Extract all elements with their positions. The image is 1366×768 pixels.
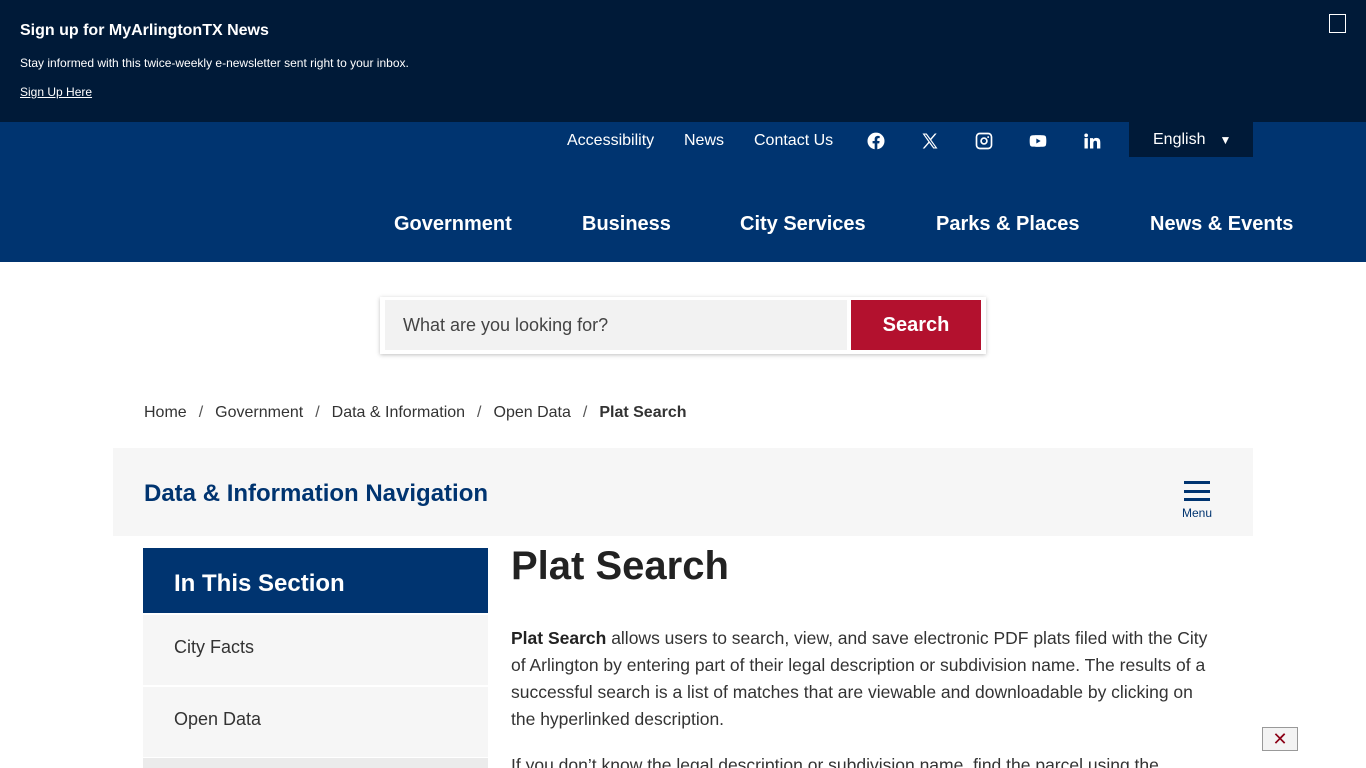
nav-news-events[interactable]: News & Events [1150,213,1293,236]
facebook-icon[interactable] [865,130,887,152]
menu-label: Menu [1181,506,1213,520]
youtube-icon[interactable] [1027,130,1049,152]
intro-text: allows users to search, view, and save e… [511,628,1208,729]
sidebar-heading: In This Section [143,548,488,613]
language-select[interactable]: English ▼ [1129,122,1253,157]
breadcrumb: Home / Government / Data & Information / Open … [144,404,687,422]
section-navigation-title: Data & Information Navigation [144,480,489,507]
banner-description: Stay informed with this twice-weekly e-n… [20,56,409,70]
x-icon[interactable] [919,130,941,152]
page-title: Plat Search [511,544,729,588]
site-header: Accessibility News Contact Us English ▼ … [0,122,1366,262]
search-button[interactable]: Search [851,300,981,350]
banner-close-button[interactable] [1329,14,1346,33]
banner-title: Sign up for MyArlingtonTX News [20,22,269,39]
language-label: English [1153,130,1206,148]
nav-city-services[interactable]: City Services [740,213,866,236]
intro-bold-term: Plat Search [511,628,607,648]
sidebar-item[interactable] [143,758,488,768]
sidebar-item-open-data[interactable]: Open Data [143,687,488,757]
menu-button[interactable]: Menu [1176,481,1218,523]
signup-link[interactable]: Sign Up Here [20,85,92,99]
nav-government[interactable]: Government [394,213,512,236]
linkedin-icon[interactable] [1081,130,1103,152]
intro-paragraph: Plat Search allows users to search, view… [511,625,1221,733]
second-paragraph: If you don’t know the legal description … [511,755,1159,768]
breadcrumb-home[interactable]: Home [144,404,187,422]
breadcrumb-government[interactable]: Government [215,404,303,422]
nav-business[interactable]: Business [582,213,671,236]
breadcrumb-current: Plat Search [599,404,687,421]
breadcrumb-separator: / [315,404,320,421]
breadcrumb-data-information[interactable]: Data & Information [332,404,465,422]
breadcrumb-open-data[interactable]: Open Data [494,404,571,422]
hamburger-icon [1184,481,1210,501]
contact-us-link[interactable]: Contact Us [754,132,833,150]
news-link[interactable]: News [684,132,724,150]
section-navigation-bar: Data & Information Navigation Menu [113,448,1253,536]
close-icon[interactable]: ✕ [1262,727,1298,751]
breadcrumb-separator: / [582,404,588,421]
site-search: Search [380,297,986,354]
caret-down-icon: ▼ [1219,132,1232,147]
breadcrumb-separator: / [477,404,482,421]
accessibility-link[interactable]: Accessibility [567,132,654,150]
breadcrumb-separator: / [198,404,204,421]
instagram-icon[interactable] [973,130,995,152]
nav-parks-places[interactable]: Parks & Places [936,213,1079,236]
search-input[interactable] [385,300,847,350]
newsletter-banner: Sign up for MyArlingtonTX News Stay info… [0,0,1366,122]
sidebar-item-city-facts[interactable]: City Facts [143,615,488,685]
